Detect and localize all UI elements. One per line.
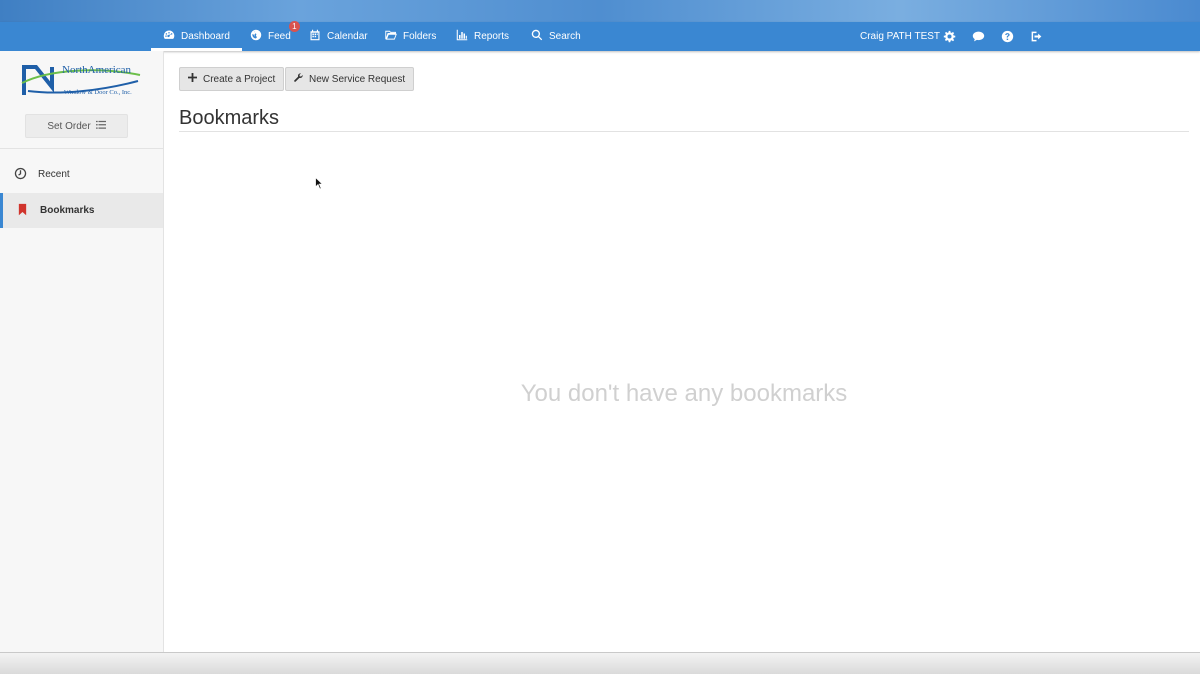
nav-dashboard[interactable]: Dashboard (151, 22, 242, 51)
sign-out-icon (1030, 30, 1043, 47)
calendar-icon (309, 29, 321, 44)
empty-state-message: You don't have any bookmarks (520, 380, 848, 407)
bar-chart-icon (456, 29, 468, 44)
mouse-cursor-icon (315, 176, 324, 190)
chat-bubble-icon (972, 30, 985, 47)
set-order-label: Set Order (47, 120, 91, 132)
sidebar-item-recent[interactable]: Recent (0, 157, 163, 192)
new-service-request-label: New Service Request (309, 73, 406, 85)
nav-feed[interactable]: Feed 1 (238, 21, 303, 51)
folder-icon (385, 29, 397, 44)
nav-search[interactable]: Search (519, 22, 593, 51)
new-service-request-button[interactable]: New Service Request (285, 67, 415, 91)
wrench-icon (294, 73, 303, 85)
window-top-strip (0, 0, 1200, 22)
help-icon (1001, 30, 1014, 47)
top-navbar: Dashboard Feed 1 Calendar Folders Report… (0, 21, 1200, 51)
search-icon (531, 29, 543, 44)
nav-reports-label: Reports (474, 31, 510, 42)
clock-icon (14, 167, 27, 183)
plus-icon (188, 73, 197, 85)
nav-folders[interactable]: Folders (373, 22, 448, 51)
create-project-button[interactable]: Create a Project (179, 67, 285, 91)
nav-folders-label: Folders (403, 31, 437, 42)
help-button[interactable] (1001, 30, 1014, 43)
sidebar-item-bookmarks-label: Bookmarks (40, 205, 95, 216)
nav-calendar[interactable]: Calendar (297, 22, 380, 51)
company-logo[interactable]: NorthAmerican Window & Door Co., Inc. (20, 61, 142, 101)
title-divider (179, 131, 1189, 132)
window-bottom-bar (0, 652, 1200, 674)
gear-icon (943, 30, 956, 47)
nav-reports[interactable]: Reports (444, 22, 521, 51)
set-order-button[interactable]: Set Order (25, 114, 128, 138)
logo-company-subtitle: Window & Door Co., Inc. (64, 89, 132, 96)
logo-company-name: NorthAmerican (62, 64, 132, 76)
bookmark-icon (16, 203, 29, 219)
sidebar-divider (0, 148, 164, 149)
messages-button[interactable] (972, 30, 985, 43)
settings-button[interactable] (943, 30, 956, 43)
sidebar: NorthAmerican Window & Door Co., Inc. Se… (0, 51, 164, 652)
list-order-icon (95, 120, 106, 133)
sidebar-item-recent-label: Recent (38, 169, 70, 180)
page-title: Bookmarks (179, 107, 280, 129)
create-project-label: Create a Project (203, 73, 276, 85)
nav-dashboard-label: Dashboard (181, 31, 230, 42)
globe-icon (250, 29, 262, 44)
nav-search-label: Search (549, 31, 581, 42)
nav-feed-label: Feed (268, 31, 291, 42)
nav-calendar-label: Calendar (327, 31, 368, 42)
user-name-link[interactable]: Craig PATH TEST (860, 22, 940, 51)
sidebar-item-bookmarks[interactable]: Bookmarks (0, 193, 163, 228)
sign-out-button[interactable] (1030, 30, 1043, 43)
dashboard-icon (163, 29, 175, 44)
